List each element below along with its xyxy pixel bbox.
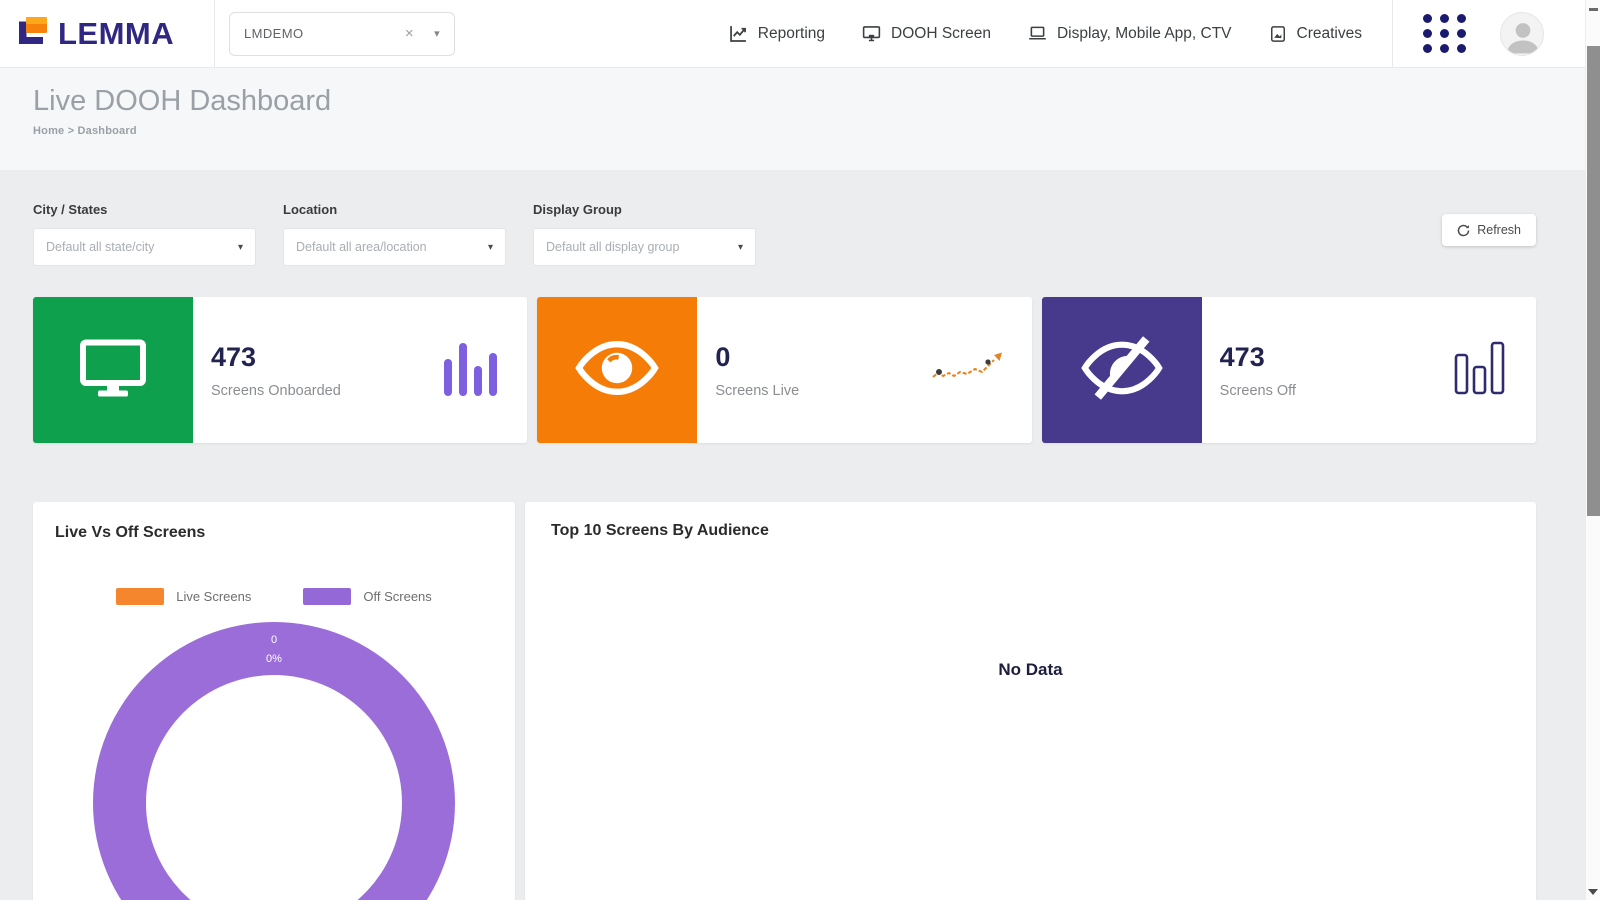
- display-group-select[interactable]: Default all display group ▾: [533, 228, 756, 266]
- charts-row: Live Vs Off Screens Live Screens Off Scr…: [33, 502, 1536, 900]
- stat-body: 0 Screens Live: [697, 297, 799, 443]
- filter-city-states: City / States Default all state/city ▾: [33, 202, 256, 266]
- live-vs-off-screens-card: Live Vs Off Screens Live Screens Off Scr…: [33, 502, 515, 900]
- page-header: Live DOOH Dashboard Home > Dashboard: [0, 68, 1600, 170]
- legend-item-live-screens[interactable]: Live Screens: [116, 588, 251, 605]
- top-10-screens-card: Top 10 Screens By Audience No Data: [525, 502, 1536, 900]
- apps-grid-icon[interactable]: [1423, 14, 1466, 53]
- account-select-value: LMDEMO: [244, 26, 304, 41]
- stat-label: Screens Off: [1219, 382, 1296, 399]
- filter-label: Location: [283, 202, 338, 217]
- nav-item-reporting[interactable]: Reporting: [728, 23, 825, 44]
- dashboard-content: City / States Default all state/city ▾ L…: [0, 170, 1600, 900]
- donut-data-label: 0 0%: [93, 631, 455, 668]
- scroll-down-icon[interactable]: [1588, 889, 1598, 895]
- stat-card-screens-onboarded: 473 Screens Onboarded: [33, 297, 528, 443]
- filter-label: Display Group: [533, 202, 622, 217]
- header-divider: [1392, 0, 1393, 67]
- main-nav: Reporting DOOH Screen Display, Mobile Ap…: [728, 23, 1362, 44]
- filter-label: City / States: [33, 202, 108, 217]
- clear-icon[interactable]: ×: [405, 25, 414, 42]
- lemma-logo[interactable]: LEMMA: [16, 15, 214, 52]
- breadcrumb[interactable]: Home > Dashboard: [33, 125, 1600, 137]
- orange-tile: [537, 297, 698, 443]
- stat-label: Screens Live: [715, 382, 800, 399]
- donut-chart: 0 0%: [93, 622, 455, 900]
- refresh-icon: [1457, 224, 1470, 237]
- filter-location: Location Default all area/location ▾: [283, 202, 506, 266]
- scrollbar-thumb[interactable]: [1587, 46, 1600, 516]
- nav-label: Creatives: [1296, 24, 1362, 42]
- bar-outline-icon: [1454, 341, 1508, 400]
- donut-label-value: 0: [270, 634, 278, 646]
- filters-row: City / States Default all state/city ▾ L…: [33, 202, 1536, 266]
- nav-label: Reporting: [757, 24, 826, 42]
- chevron-down-icon: ▾: [434, 28, 440, 40]
- sparkline-icon: [930, 351, 1004, 390]
- legend-swatch-orange: [116, 588, 165, 605]
- creative-file-icon: [1268, 24, 1288, 44]
- eye-off-icon: [1080, 335, 1164, 406]
- chart-title: Top 10 Screens By Audience: [551, 522, 769, 539]
- indigo-tile: [1041, 297, 1202, 443]
- eye-icon: [574, 337, 660, 404]
- chart-line-icon: [728, 23, 749, 44]
- stat-label: Screens Onboarded: [211, 382, 341, 399]
- green-tile: [33, 297, 193, 443]
- top-navbar: LEMMA LMDEMO × ▾ Reporting DOOH Screen D…: [0, 0, 1600, 68]
- location-select[interactable]: Default all area/location ▾: [283, 228, 506, 266]
- laptop-icon: [1027, 23, 1048, 44]
- stats-row: 473 Screens Onboarded 0 Screens Live 473…: [33, 297, 1536, 443]
- brand-name: LEMMA: [58, 15, 175, 51]
- header-divider: [214, 0, 215, 67]
- legend-label: Off Screens: [363, 589, 432, 604]
- select-placeholder: Default all state/city: [46, 240, 155, 254]
- lemma-logo-icon: [16, 15, 50, 52]
- user-avatar[interactable]: [1500, 11, 1544, 56]
- refresh-label: Refresh: [1477, 223, 1521, 237]
- legend-item-off-screens[interactable]: Off Screens: [303, 588, 432, 605]
- no-data-message: No Data: [998, 660, 1063, 679]
- donut-label-percent: 0%: [266, 652, 282, 665]
- chevron-down-icon: ▾: [487, 241, 493, 253]
- stat-card-screens-off: 473 Screens Off: [1041, 297, 1536, 443]
- stat-value: 473: [211, 341, 257, 372]
- refresh-button[interactable]: Refresh: [1442, 214, 1536, 246]
- account-select[interactable]: LMDEMO × ▾: [229, 11, 455, 56]
- legend-swatch-purple: [303, 588, 352, 605]
- stat-card-screens-live: 0 Screens Live: [537, 297, 1032, 443]
- scroll-up-icon[interactable]: [1589, 8, 1598, 11]
- chevron-down-icon: ▾: [237, 241, 243, 253]
- city-states-select[interactable]: Default all state/city ▾: [33, 228, 256, 266]
- stat-value: 0: [715, 341, 731, 372]
- chart-title: Live Vs Off Screens: [55, 524, 206, 541]
- legend-label: Live Screens: [176, 589, 252, 604]
- monitor-icon: [74, 332, 152, 409]
- stat-value: 473: [1219, 341, 1265, 372]
- nav-label: Display, Mobile App, CTV: [1056, 24, 1232, 42]
- nav-item-dooh-screen[interactable]: DOOH Screen: [861, 23, 991, 44]
- nav-item-creatives[interactable]: Creatives: [1268, 24, 1362, 44]
- monitor-icon: [861, 23, 882, 44]
- filter-display-group: Display Group Default all display group …: [533, 202, 756, 266]
- refresh-area: Refresh: [1442, 202, 1536, 246]
- nav-label: DOOH Screen: [891, 24, 991, 42]
- chevron-down-icon: ▾: [737, 241, 743, 253]
- donut-legend: Live Screens Off Screens: [55, 588, 493, 605]
- page-scrollbar[interactable]: [1585, 0, 1600, 900]
- stat-body: 473 Screens Onboarded: [193, 297, 341, 443]
- bar-chart-icon: [443, 340, 499, 401]
- select-placeholder: Default all display group: [546, 240, 680, 254]
- nav-item-display-mobile-ctv[interactable]: Display, Mobile App, CTV: [1027, 23, 1232, 44]
- page-title: Live DOOH Dashboard: [33, 85, 332, 117]
- stat-body: 473 Screens Off: [1202, 297, 1296, 443]
- select-placeholder: Default all area/location: [296, 240, 427, 254]
